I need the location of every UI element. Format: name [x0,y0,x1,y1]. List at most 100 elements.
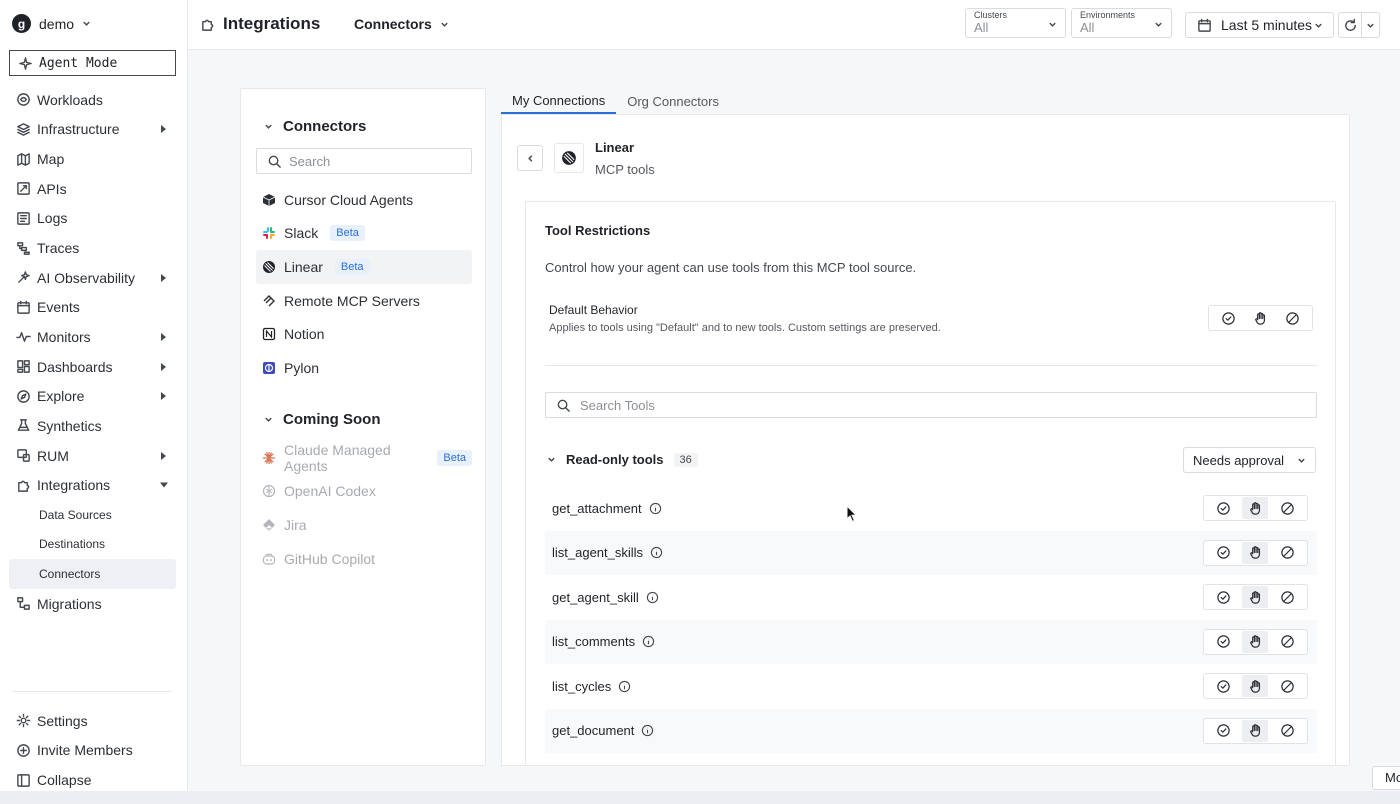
connector-item-cursor[interactable]: Cursor Cloud Agents [256,183,472,217]
chevron-down-icon [82,19,91,28]
sidebar-item-label: Explore [37,388,85,405]
info-icon[interactable] [650,546,663,559]
connector-label: Claude Managed Agents [284,441,391,474]
tab-org-connectors[interactable]: Org Connectors [616,88,730,114]
connector-item-linear[interactable]: Linear Beta [256,250,472,284]
connector-item-slack[interactable]: Slack Beta [256,217,472,251]
sidebar-subitem-data-sources[interactable]: Data Sources [9,500,176,530]
sidebar-item-invite-members[interactable]: Invite Members [9,736,176,766]
floating-tab[interactable]: Mo [1372,766,1400,790]
clusters-filter-value: All [974,20,989,35]
tool-name: list_comments [552,634,636,650]
refresh-options-button[interactable] [1362,21,1379,30]
connector-item-remote-mcp[interactable]: Remote MCP Servers [256,284,472,318]
needs-approval-button[interactable] [1242,586,1269,608]
block-button[interactable] [1274,542,1300,564]
org-switcher[interactable]: g demo [12,14,91,33]
block-button[interactable] [1274,675,1300,697]
agent-mode-button[interactable]: Agent Mode [9,50,176,76]
coming-soon-item-claude: Claude Managed Agents Beta [256,441,472,475]
search-icon [266,153,282,169]
block-icon [1285,311,1299,325]
tab-my-connections[interactable]: My Connections [501,88,617,114]
block-button[interactable] [1279,307,1305,329]
environments-filter[interactable]: Environments All [1071,8,1172,38]
allow-button[interactable] [1211,675,1237,697]
allow-button[interactable] [1211,720,1237,742]
sidebar-item-ai-observability[interactable]: AI Observability [9,263,176,293]
sidebar-subitem-destinations[interactable]: Destinations [9,530,176,560]
dashboard-icon [15,359,31,375]
allow-button[interactable] [1211,497,1237,519]
sidebar-item-migrations[interactable]: Migrations [9,589,176,619]
info-icon[interactable] [618,680,631,693]
block-button[interactable] [1274,720,1300,742]
connectors-section-toggle[interactable]: Connectors [264,118,366,135]
puzzle-icon [199,16,215,32]
back-button[interactable] [517,145,543,171]
coming-soon-section-toggle[interactable]: Coming Soon [264,411,381,428]
sidebar-item-dashboards[interactable]: Dashboards [9,352,176,382]
block-button[interactable] [1274,631,1300,653]
info-icon[interactable] [646,591,659,604]
check-circle-icon [1217,501,1231,515]
clusters-filter[interactable]: Clusters All [965,8,1066,38]
sidebar-item-monitors[interactable]: Monitors [9,322,176,352]
allow-button[interactable] [1211,586,1237,608]
info-icon[interactable] [641,724,654,737]
sidebar-item-map[interactable]: Map [9,144,176,174]
sidebar-item-synthetics[interactable]: Synthetics [9,411,176,441]
sidebar-item-integrations[interactable]: Integrations [9,470,176,500]
needs-approval-button[interactable] [1242,541,1269,564]
collapse-icon [15,772,31,788]
read-only-tools-toggle[interactable]: Read-only tools 36 [547,452,698,467]
sidebar-item-events[interactable]: Events [9,292,176,322]
connectors-search-placeholder: Search [289,153,331,169]
clusters-filter-label: Clusters [974,10,1008,20]
sidebar-item-explore[interactable]: Explore [9,381,176,411]
connectors-heading: Connectors [283,118,367,135]
connector-item-notion[interactable]: Notion [256,317,472,351]
needs-approval-button[interactable] [1242,630,1269,653]
connector-item-pylon[interactable]: Pylon [256,351,472,385]
needs-approval-button[interactable] [1242,719,1269,742]
block-icon [1280,635,1294,648]
check-circle-icon [1217,590,1231,604]
section-dropdown[interactable]: Connectors [354,16,449,32]
linear-logo [554,143,584,173]
caret-right-icon [161,332,166,341]
needs-approval-button[interactable] [1242,675,1269,697]
sidebar-item-apis[interactable]: APIs [9,174,176,204]
needs-approval-button[interactable] [1242,497,1269,519]
allow-button[interactable] [1216,307,1242,329]
info-icon[interactable] [649,502,662,515]
tool-group-count: 36 [673,452,698,467]
tool-row: list_cycles [545,664,1317,709]
copilot-icon [262,553,276,565]
sidebar-item-infrastructure[interactable]: Infrastructure [9,115,176,145]
sidebar-item-settings[interactable]: Settings [9,706,176,736]
tools-search-input[interactable]: Search Tools [545,392,1317,418]
time-range-picker[interactable]: Last 5 minutes [1185,12,1334,38]
block-button[interactable] [1274,586,1300,608]
bottom-strip [0,791,1400,804]
refresh-button[interactable] [1339,13,1363,37]
connectors-search-input[interactable]: Search [256,148,472,174]
group-policy-dropdown[interactable]: Needs approval [1183,447,1316,473]
needs-approval-button[interactable] [1247,307,1273,329]
sidebar-item-label: Integrations [37,477,111,494]
connector-label: OpenAI Codex [284,483,376,500]
coming-soon-item-jira: Jira [256,508,472,542]
sidebar-item-traces[interactable]: Traces [9,233,176,263]
allow-button[interactable] [1211,631,1237,653]
mouse-cursor [846,505,858,523]
sidebar-item-rum[interactable]: RUM [9,441,176,471]
sidebar-item-logs[interactable]: Logs [9,204,176,234]
info-icon[interactable] [642,635,655,648]
flask-icon [15,418,31,434]
tool-restrictions-card: Tool Restrictions Control how your agent… [525,201,1336,765]
sidebar-subitem-connectors[interactable]: Connectors [9,559,176,589]
sidebar-item-workloads[interactable]: Workloads [9,85,176,115]
block-button[interactable] [1274,497,1300,519]
allow-button[interactable] [1211,542,1237,564]
